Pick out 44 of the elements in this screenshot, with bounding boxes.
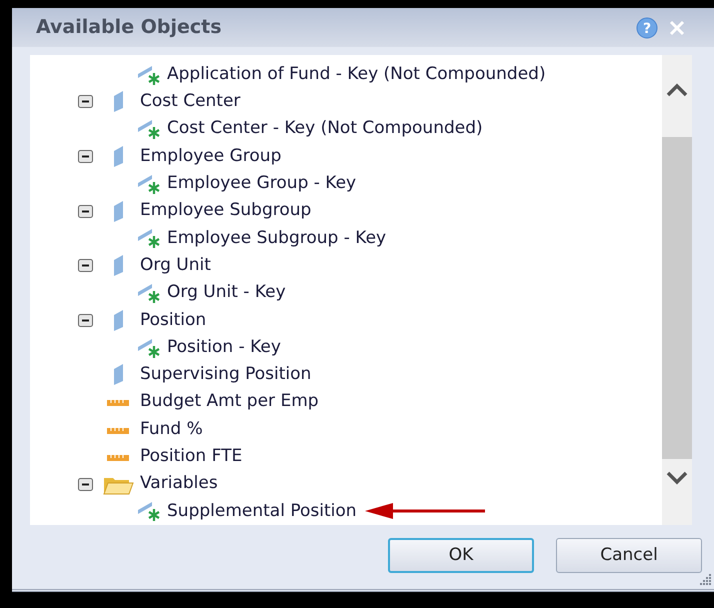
scrollbar-thumb[interactable] xyxy=(662,137,692,459)
key-attribute-icon xyxy=(137,227,161,250)
collapse-icon[interactable] xyxy=(78,95,93,108)
tree-item-label[interactable]: Org Unit - Key xyxy=(167,280,286,306)
tree-item-label[interactable]: Employee Subgroup - Key xyxy=(167,226,386,252)
dimension-icon xyxy=(112,363,124,386)
tree-item-label[interactable]: Position FTE xyxy=(140,444,242,470)
tree-item-label[interactable]: Position - Key xyxy=(167,334,281,360)
scrollbar[interactable] xyxy=(662,55,692,525)
tree-item-label[interactable]: Position xyxy=(140,308,206,334)
key-attribute-icon xyxy=(137,282,161,304)
collapse-icon[interactable] xyxy=(78,150,93,164)
dimension-icon xyxy=(112,308,124,332)
collapse-icon[interactable] xyxy=(78,314,93,327)
key-attribute-icon xyxy=(137,118,161,140)
tree-item-label[interactable]: Org Unit xyxy=(140,252,211,278)
scroll-up-icon[interactable] xyxy=(666,83,688,97)
tree-item-label[interactable]: Fund % xyxy=(140,416,203,442)
collapse-icon[interactable] xyxy=(78,259,93,272)
dimension-icon xyxy=(112,200,124,223)
collapse-icon[interactable] xyxy=(78,204,93,218)
tree-item-label[interactable]: Variables xyxy=(140,471,218,497)
tree-item-label[interactable]: Employee Group xyxy=(140,144,282,170)
dialog-button[interactable]: OK xyxy=(388,538,534,573)
dimension-icon xyxy=(112,145,124,168)
dimension-icon xyxy=(112,254,124,278)
scroll-down-icon[interactable] xyxy=(666,471,688,485)
tree-item-label[interactable]: Employee Subgroup xyxy=(140,198,312,224)
key-attribute-icon xyxy=(137,336,161,359)
collapse-icon[interactable] xyxy=(78,478,93,491)
key-attribute-icon xyxy=(137,500,161,522)
tree-item-label[interactable]: Budget Amt per Emp xyxy=(140,389,319,415)
key-attribute-icon xyxy=(137,64,161,86)
tree-item-label[interactable]: Cost Center - Key (Not Compounded) xyxy=(167,116,483,142)
ruler-icon xyxy=(107,397,129,408)
key-attribute-icon xyxy=(137,172,161,195)
window-title: Available Objects xyxy=(36,15,222,40)
tree-item-label[interactable]: Cost Center xyxy=(140,89,240,115)
dimension-icon xyxy=(112,90,124,114)
tree-item-label[interactable]: Application of Fund - Key (Not Compounded) xyxy=(167,62,546,88)
dialog-button[interactable]: Cancel xyxy=(556,538,702,573)
tree-item-label[interactable]: Employee Group - Key xyxy=(167,171,356,197)
tree-item-label[interactable]: Supplemental Position xyxy=(167,498,357,524)
tree-item-label[interactable]: Supervising Position xyxy=(140,362,312,388)
